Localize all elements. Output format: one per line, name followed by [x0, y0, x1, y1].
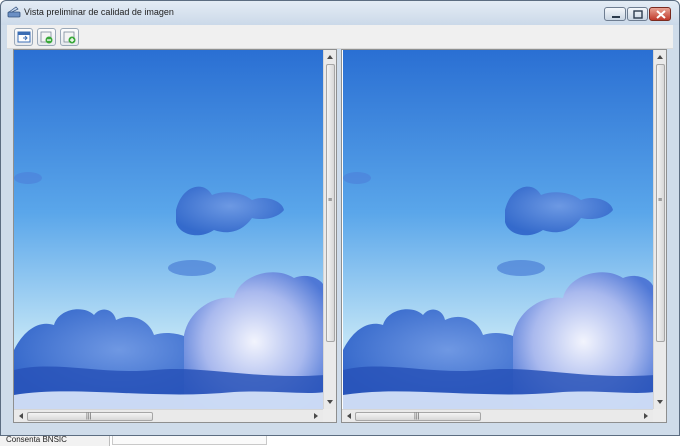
scroll-up-icon[interactable] [654, 51, 666, 63]
fit-window-icon [17, 31, 31, 43]
scroll-grip: ||| [86, 413, 92, 420]
zoom-out-icon [40, 31, 53, 44]
vertical-scroll-thumb[interactable]: ≡ [656, 64, 665, 342]
scroll-left-icon[interactable] [15, 410, 27, 422]
scroll-corner [323, 409, 336, 422]
maximize-button[interactable] [627, 7, 648, 21]
scanner-icon [7, 6, 21, 19]
preview-window: Vista preliminar de calidad de imagen ≡ … [0, 0, 680, 436]
preview-image-original[interactable] [14, 50, 323, 409]
window-title: Vista preliminar de calidad de imagen [24, 7, 174, 17]
preview-panel-processed: ≡ ||| [341, 49, 667, 423]
horizontal-scroll-thumb[interactable]: ||| [355, 412, 481, 421]
status-panel [112, 436, 267, 445]
vertical-scrollbar[interactable]: ≡ [653, 50, 666, 409]
horizontal-scroll-thumb[interactable]: ||| [27, 412, 153, 421]
horizontal-scrollbar[interactable]: ||| [14, 409, 323, 422]
vertical-scrollbar[interactable]: ≡ [323, 50, 336, 409]
scroll-right-icon[interactable] [640, 410, 652, 422]
scroll-left-icon[interactable] [343, 410, 355, 422]
minimize-icon [612, 16, 620, 18]
close-icon [656, 10, 666, 19]
title-bar[interactable]: Vista preliminar de calidad de imagen [1, 1, 679, 25]
close-button[interactable] [649, 7, 671, 21]
scroll-down-icon[interactable] [324, 396, 336, 408]
horizontal-scrollbar[interactable]: ||| [342, 409, 653, 422]
scroll-grip: ≡ [658, 197, 663, 204]
scroll-down-icon[interactable] [654, 396, 666, 408]
status-text: Consenta BNSIC [6, 435, 67, 444]
sky-image [343, 50, 653, 409]
status-field: Consenta BNSIC [0, 435, 110, 446]
zoom-out-button[interactable] [37, 28, 56, 46]
preview-image-processed[interactable] [342, 50, 653, 409]
vertical-scroll-thumb[interactable]: ≡ [326, 64, 335, 342]
toolbar [7, 25, 673, 49]
scroll-right-icon[interactable] [310, 410, 322, 422]
scroll-grip: ≡ [328, 197, 333, 204]
preview-panel-original: ≡ ||| [13, 49, 337, 423]
zoom-in-button[interactable] [60, 28, 79, 46]
maximize-icon [633, 10, 643, 19]
minimize-button[interactable] [604, 7, 626, 21]
status-bar: Consenta BNSIC [0, 435, 680, 446]
scroll-grip: ||| [414, 413, 420, 420]
fit-window-button[interactable] [14, 28, 33, 46]
scroll-up-icon[interactable] [324, 51, 336, 63]
zoom-in-icon [63, 31, 76, 44]
scroll-corner [653, 409, 666, 422]
sky-image [14, 50, 323, 409]
